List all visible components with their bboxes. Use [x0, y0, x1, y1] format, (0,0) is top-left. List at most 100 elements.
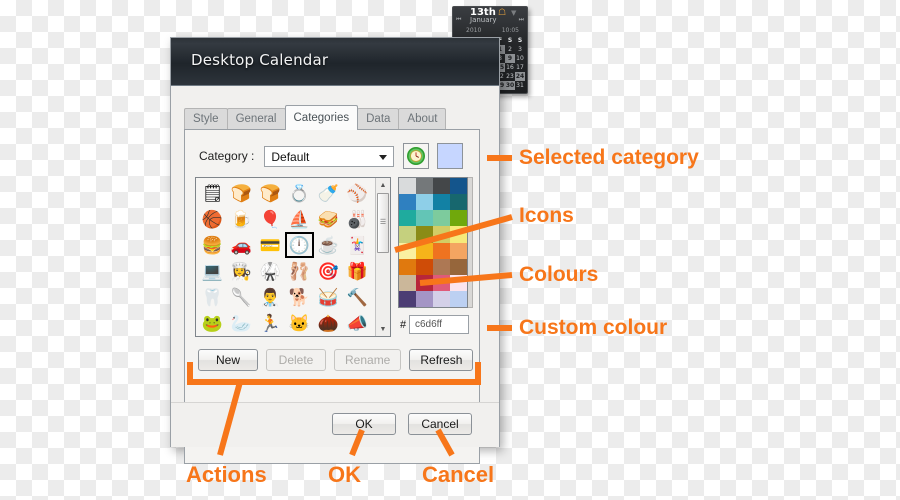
palette-swatch[interactable]	[416, 242, 433, 259]
palette-swatch[interactable]	[416, 258, 433, 275]
icon-cell-selected[interactable]: 🕛	[285, 232, 314, 258]
icon-cell[interactable]: 💍	[285, 180, 314, 206]
icon-cell[interactable]: 💳	[256, 232, 285, 258]
scrollbar-thumb[interactable]: ☰	[377, 193, 389, 253]
palette-swatch[interactable]	[433, 258, 450, 275]
icon-grid[interactable]: 🗒 🍞 🍞 💍 🍼 ⚾ 🏀 🍺 🎈 ⛵ 🥪 🎳 🍔 🚗 💳 🕛 ☕ 🃏 💻 👩‍🍳 🥋 🩰 🎯 🎁 🦷 🥄 👨‍⚕️ 🐕 🥁 🔨 🐸 🦢 🏃 🐱 🌰…	[198, 180, 372, 336]
category-select[interactable]: Default	[264, 145, 395, 167]
icon-cell[interactable]: 🚗	[227, 232, 256, 258]
icon-list[interactable]: 🗒 🍞 🍞 💍 🍼 ⚾ 🏀 🍺 🎈 ⛵ 🥪 🎳 🍔 🚗 💳 🕛 ☕ 🃏 💻 👩‍🍳 🥋 🩰 🎯 🎁 🦷 🥄 👨‍⚕️ 🐕 🥁 🔨 🐸 🦢 🏃 🐱 🌰…	[195, 177, 391, 337]
palette-swatch[interactable]	[399, 290, 416, 307]
icon-cell[interactable]: 🏀	[198, 206, 227, 232]
palette-swatch[interactable]	[450, 290, 467, 307]
palette-swatch[interactable]	[450, 210, 467, 227]
dialog-titlebar[interactable]: Desktop Calendar	[171, 38, 499, 86]
icon-cell[interactable]: 🎁	[343, 258, 372, 284]
palette-swatch[interactable]	[399, 210, 416, 227]
icon-cell[interactable]: 🔨	[343, 284, 372, 310]
palette-swatch[interactable]	[433, 210, 450, 227]
palette-swatch[interactable]	[450, 178, 467, 195]
icon-cell[interactable]: 🌰	[314, 310, 343, 336]
palette-swatch[interactable]	[399, 226, 416, 243]
calendar-day-cell[interactable]: 23	[505, 72, 515, 81]
scroll-down-icon[interactable]: ▼	[376, 322, 390, 336]
palette-swatch[interactable]	[416, 194, 433, 211]
calendar-day-cell[interactable]: 31	[515, 81, 525, 90]
icon-cell[interactable]: 🥄	[227, 284, 256, 310]
new-button[interactable]: New	[198, 349, 258, 371]
icon-cell[interactable]: 🥋	[256, 258, 285, 284]
palette-swatch[interactable]	[433, 290, 450, 307]
icon-cell[interactable]: ⚾	[343, 180, 372, 206]
icon-cell[interactable]: 📣	[343, 310, 372, 336]
icon-cell[interactable]: 👩‍🍳	[227, 258, 256, 284]
category-icon-button[interactable]	[403, 143, 430, 169]
refresh-button[interactable]: Refresh	[409, 349, 474, 371]
palette-swatch[interactable]	[416, 226, 433, 243]
calendar-day-cell[interactable]: 10	[515, 54, 525, 63]
calendar-day-cell[interactable]: 30	[505, 81, 515, 90]
icon-cell[interactable]: 🗒	[198, 180, 227, 206]
icon-cell[interactable]: 👨‍⚕️	[256, 284, 285, 310]
prev-month-icon[interactable]: ⏮	[456, 16, 461, 24]
palette-swatch[interactable]	[433, 274, 450, 291]
cancel-button[interactable]: Cancel	[408, 413, 472, 435]
colour-palette[interactable]	[398, 177, 468, 308]
icon-cell[interactable]: 🃏	[343, 232, 372, 258]
icon-cell[interactable]: 🥪	[314, 206, 343, 232]
palette-swatch[interactable]	[433, 226, 450, 243]
ok-button[interactable]: OK	[332, 413, 396, 435]
icon-cell[interactable]: 🎳	[343, 206, 372, 232]
icon-cell[interactable]: 🍔	[198, 232, 227, 258]
palette-swatch[interactable]	[416, 210, 433, 227]
custom-colour-input[interactable]: c6d6ff	[409, 315, 469, 334]
colour-palette-scrollbar[interactable]	[468, 177, 473, 308]
palette-swatch[interactable]	[433, 242, 450, 259]
tab-style[interactable]: Style	[184, 108, 228, 130]
icon-cell[interactable]: 🏃	[256, 310, 285, 336]
tab-data[interactable]: Data	[357, 108, 400, 130]
palette-swatch[interactable]	[450, 226, 467, 243]
palette-swatch[interactable]	[399, 242, 416, 259]
palette-swatch[interactable]	[416, 178, 433, 195]
tab-about[interactable]: About	[398, 108, 447, 130]
palette-swatch[interactable]	[433, 194, 450, 211]
scroll-up-icon[interactable]: ▲	[376, 178, 390, 192]
category-colour-swatch[interactable]	[437, 143, 464, 169]
calendar-day-cell[interactable]: 24	[515, 72, 525, 81]
icon-cell[interactable]: ☕	[314, 232, 343, 258]
palette-swatch[interactable]	[450, 194, 467, 211]
icon-cell[interactable]: 🥁	[314, 284, 343, 310]
icon-cell[interactable]: 🍞	[256, 180, 285, 206]
tab-general[interactable]: General	[226, 108, 286, 130]
icon-cell[interactable]: 🩰	[285, 258, 314, 284]
icon-cell[interactable]: 🐸	[198, 310, 227, 336]
icon-cell[interactable]: 🍺	[227, 206, 256, 232]
icon-cell[interactable]: 💻	[198, 258, 227, 284]
palette-swatch[interactable]	[450, 242, 467, 259]
calendar-day-cell[interactable]: 9	[505, 54, 515, 63]
palette-swatch[interactable]	[450, 274, 467, 291]
palette-swatch[interactable]	[399, 258, 416, 275]
calendar-day-cell[interactable]: 16	[505, 63, 515, 72]
icon-cell[interactable]: ⛵	[285, 206, 314, 232]
palette-swatch[interactable]	[416, 274, 433, 291]
home-icon[interactable]: ☖	[498, 8, 506, 18]
icon-cell[interactable]: 🐕	[285, 284, 314, 310]
palette-swatch[interactable]	[416, 290, 433, 307]
tab-categories[interactable]: Categories	[284, 105, 359, 130]
icon-list-scrollbar[interactable]: ▲ ☰ ▼	[375, 178, 390, 336]
next-month-icon[interactable]: ⏭	[519, 16, 524, 24]
icon-cell[interactable]: 🍞	[227, 180, 256, 206]
chevron-down-icon[interactable]: ▼	[511, 9, 516, 17]
palette-swatch[interactable]	[450, 258, 467, 275]
icon-cell[interactable]: 🐱	[285, 310, 314, 336]
icon-cell[interactable]: 🍼	[314, 180, 343, 206]
palette-swatch[interactable]	[433, 178, 450, 195]
palette-swatch[interactable]	[399, 178, 416, 195]
icon-cell[interactable]: 🎯	[314, 258, 343, 284]
calendar-day-cell[interactable]: 2	[505, 45, 515, 54]
icon-cell[interactable]: 🎈	[256, 206, 285, 232]
palette-swatch[interactable]	[399, 194, 416, 211]
icon-cell[interactable]: 🦢	[227, 310, 256, 336]
